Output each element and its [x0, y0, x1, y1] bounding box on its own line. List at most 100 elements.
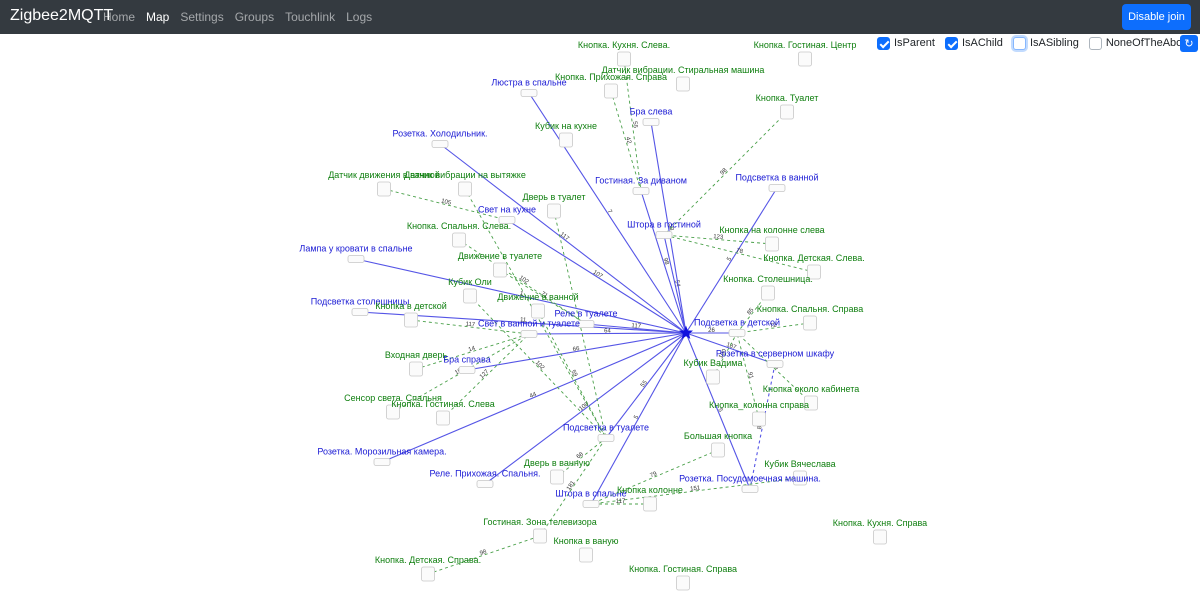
map-node[interactable]: Большая кнопка — [684, 431, 752, 458]
device-icon — [803, 315, 817, 331]
device-icon — [642, 118, 660, 126]
map-node[interactable]: Розетка. Холодильник. — [392, 129, 488, 148]
device-icon — [676, 575, 690, 591]
map-node[interactable]: Кнопка. Гостиная. Справа — [629, 564, 737, 591]
map-node[interactable]: Кнопка. Гостиная. Центр — [754, 40, 857, 67]
nav-groups[interactable]: Groups — [235, 10, 274, 24]
node-label: Розетка. Морозильная камера. — [317, 447, 446, 457]
nav-map[interactable]: Map — [146, 10, 169, 24]
link-lqi-label: 117 — [465, 321, 476, 328]
link-lqi-label: 55 — [631, 121, 638, 129]
map-node[interactable]: Кубик на кухне — [535, 121, 597, 148]
node-label: Бра справа — [443, 355, 491, 365]
map-nodes: Кнопка. Кухня. Слева. Кнопка. Гостиная. Ц… — [299, 40, 927, 591]
node-label: Гостиная. За диваном — [595, 176, 687, 186]
node-label: Розетка. Посудомоечная машина. — [679, 474, 821, 484]
node-label: Подсветка в детской — [694, 318, 780, 328]
device-icon — [559, 132, 573, 148]
node-label: Движение в ванной — [497, 292, 578, 302]
map-node[interactable]: Подсветка в ванной — [735, 173, 819, 192]
map-node[interactable]: Розетка. Морозильная камера. — [317, 447, 447, 466]
device-icon — [873, 529, 887, 545]
map-node[interactable]: Люстра в спальне — [491, 78, 567, 97]
device-icon — [579, 547, 593, 563]
device-icon — [458, 366, 476, 374]
map-node[interactable]: Кнопка в ваную — [554, 536, 619, 563]
map-node[interactable]: Кнопка. Кухня. Справа — [833, 518, 927, 545]
map-node[interactable]: Штора в гостиной — [627, 220, 701, 239]
map-node[interactable]: Датчик вибрации на вытяжке — [404, 170, 526, 197]
node-label: Большая кнопка — [684, 431, 752, 441]
nav-logs[interactable]: Logs — [346, 10, 372, 24]
device-icon — [741, 485, 759, 493]
disable-join-button[interactable]: Disable join — [1122, 4, 1191, 30]
map-node[interactable]: Подсветка в детской — [694, 318, 780, 337]
device-icon — [798, 51, 812, 67]
link-lqi-label: 14 — [468, 346, 477, 354]
map-node[interactable]: Входная дверь — [385, 350, 448, 377]
node-label: Кнопка. Гостиная. Справа — [629, 564, 737, 574]
node-label: Розетка. Холодильник. — [392, 129, 487, 139]
node-label: Лампа у кровати в спальне — [299, 244, 412, 254]
map-node[interactable]: Кубик Вадима — [684, 358, 743, 385]
node-label: Кубик Оли — [448, 277, 492, 287]
node-label: Кнопка_колонна справа — [709, 400, 809, 410]
node-label: Кнопка в детской — [375, 301, 447, 311]
node-label: Движение в туалете — [458, 251, 542, 261]
map-node[interactable]: Гостиная. За диваном — [595, 176, 687, 195]
map-node[interactable]: Лампа у кровати в спальне — [299, 244, 413, 263]
device-icon — [520, 89, 538, 97]
map-node[interactable]: Кнопка колонне — [617, 485, 683, 512]
nav-home[interactable]: Home — [103, 10, 135, 24]
map-node[interactable]: Кнопка_колонна справа — [709, 400, 809, 427]
device-icon — [409, 361, 423, 377]
device-icon — [711, 442, 725, 458]
node-label: Гостиная. Зона телевизора — [483, 517, 597, 527]
map-node[interactable]: Кнопка. Прихожая. Справа — [555, 72, 667, 99]
device-icon — [604, 83, 618, 99]
map-node[interactable]: Подсветка в туалете — [563, 423, 649, 442]
device-icon — [617, 51, 631, 67]
link-lqi-label: 107 — [592, 270, 604, 281]
link-lqi-label: 123 — [713, 234, 724, 241]
network-map[interactable]: 7117510754981111176426187665544100555381… — [0, 34, 1200, 608]
device-icon — [520, 330, 538, 338]
device-icon — [706, 369, 720, 385]
device-icon — [421, 566, 435, 582]
node-label: Кнопка колонне — [617, 485, 683, 495]
link-lqi-label: 42 — [624, 136, 632, 145]
map-node[interactable]: Кнопка. Столешница. — [723, 274, 813, 301]
device-icon — [404, 312, 418, 328]
nav-touchlink[interactable]: Touchlink — [285, 10, 335, 24]
map-node[interactable]: Движение в туалете — [458, 251, 542, 278]
device-icon — [476, 480, 494, 488]
node-label: Свет в ванной и туалете — [478, 319, 580, 329]
link-lqi-label: 66 — [572, 346, 580, 353]
map-node[interactable]: Кнопка. Туалет — [756, 93, 819, 120]
device-icon — [597, 434, 615, 442]
device-icon — [436, 410, 450, 426]
node-label: Люстра в спальне — [491, 78, 566, 88]
map-node[interactable]: Кубик Оли — [448, 277, 492, 304]
brand-title[interactable]: Zigbee2MQTT — [10, 7, 113, 25]
node-label: Дверь в ванную — [524, 458, 590, 468]
map-node[interactable]: Кнопка. Детская. Справа. — [375, 555, 481, 582]
device-icon — [655, 231, 673, 239]
link-lqi-label: 5 — [726, 256, 733, 263]
device-icon — [373, 458, 391, 466]
device-icon — [531, 303, 545, 319]
link-lqi-label: 127 — [479, 368, 491, 380]
map-node[interactable]: Реле. Прихожая. Спальня. — [430, 469, 541, 488]
node-label: Кнопка. Спальня. Слева. — [407, 221, 511, 231]
map-node[interactable]: Кнопка. Кухня. Слева. — [578, 40, 670, 67]
nav-settings[interactable]: Settings — [180, 10, 223, 24]
navbar: Zigbee2MQTT Home Map Settings Groups Tou… — [0, 0, 1200, 34]
map-node[interactable]: Свет в ванной и туалете — [478, 319, 580, 338]
device-icon — [431, 140, 449, 148]
device-icon — [766, 360, 784, 368]
map-node[interactable]: Кнопка на колонне слева — [719, 225, 825, 252]
node-label: Кнопка. Детская. Слева. — [763, 253, 865, 263]
main-nav: Home Map Settings Groups Touchlink Logs — [103, 10, 372, 24]
node-label: Бра слева — [630, 107, 673, 117]
node-label: Кубик Вадима — [684, 358, 743, 368]
